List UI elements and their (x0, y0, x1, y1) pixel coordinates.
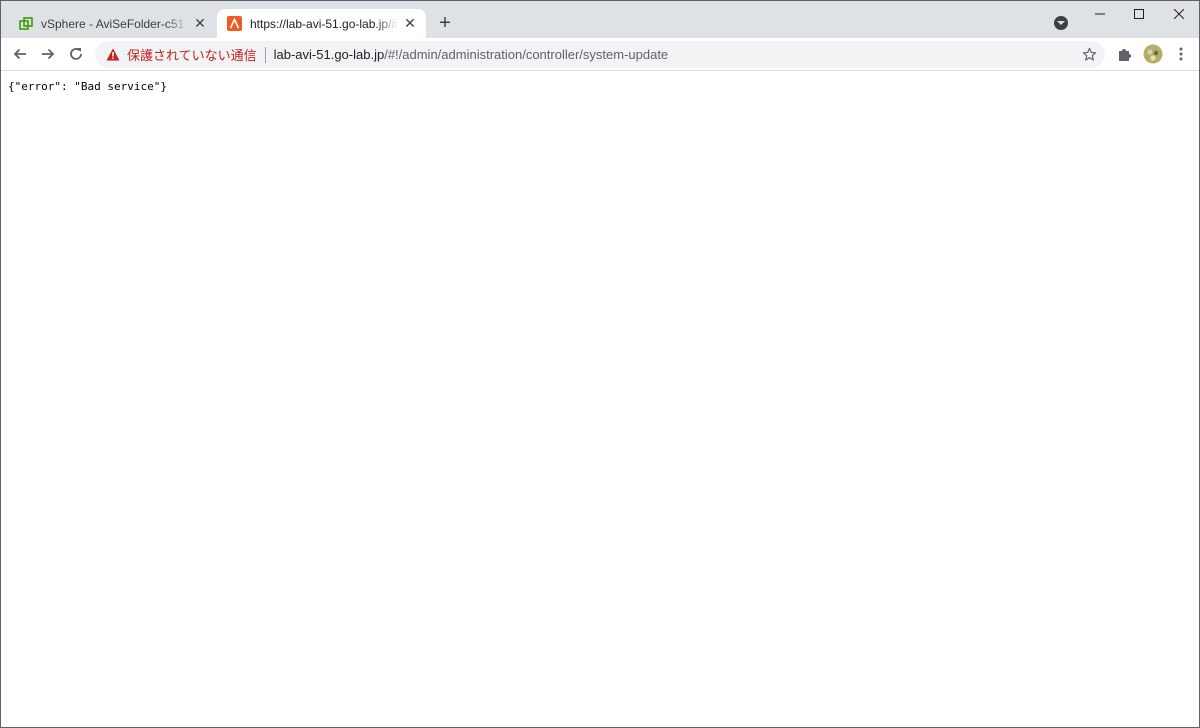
more-vertical-icon (1179, 47, 1183, 61)
warning-icon[interactable] (105, 47, 121, 63)
chrome-menu-button[interactable] (1169, 42, 1193, 66)
puzzle-piece-icon (1119, 49, 1131, 61)
json-error-text: {"error": "Bad service"} (8, 80, 167, 93)
close-icon (1174, 9, 1184, 19)
tab-close-icon[interactable]: ✕ (402, 15, 418, 32)
window-close-button[interactable] (1159, 3, 1199, 25)
tab-vsphere[interactable]: vSphere - AviSeFolder-c51 - タスク ✕ (9, 9, 216, 38)
forward-button[interactable] (36, 42, 60, 66)
tab-close-icon[interactable]: ✕ (192, 15, 208, 32)
url-host: lab-avi-51.go-lab.jp (273, 47, 385, 62)
profile-avatar-button[interactable] (1141, 42, 1165, 66)
browser-window: vSphere - AviSeFolder-c51 - タスク ✕ https:… (0, 0, 1200, 728)
tab-title: https://lab-avi-51.go-lab.jp/#!/admin (250, 16, 398, 31)
page-content: {"error": "Bad service"} (1, 71, 1199, 727)
maximize-icon (1134, 9, 1144, 19)
extensions-button[interactable] (1113, 42, 1137, 66)
omnibox-divider (264, 46, 266, 63)
avatar-icon (1143, 44, 1163, 64)
reload-icon (70, 48, 82, 60)
back-arrow-icon (13, 48, 26, 60)
avi-favicon-icon (227, 16, 242, 31)
new-tab-button[interactable]: + (435, 12, 455, 34)
tab-avi-controller[interactable]: https://lab-avi-51.go-lab.jp/#!/admin ✕ (217, 9, 426, 38)
maximize-button[interactable] (1119, 3, 1159, 25)
vsphere-favicon-icon (19, 16, 33, 31)
reload-button[interactable] (64, 42, 88, 66)
tab-strip: vSphere - AviSeFolder-c51 - タスク ✕ https:… (1, 1, 1199, 38)
tab-search-icon[interactable] (1054, 16, 1068, 30)
minimize-icon (1095, 13, 1105, 15)
url-path: /#!/admin/administration/controller/syst… (384, 47, 669, 62)
tab-title: vSphere - AviSeFolder-c51 - タスク (41, 17, 188, 31)
browser-toolbar: 保護されていない通信 lab-avi-51.go-lab.jp/#!/admin… (1, 38, 1199, 71)
bookmark-star-icon[interactable] (1081, 46, 1097, 62)
not-secure-label[interactable]: 保護されていない通信 (127, 45, 257, 64)
minimize-button[interactable] (1080, 3, 1120, 25)
url-text[interactable]: lab-avi-51.go-lab.jp/#!/admin/administra… (274, 47, 669, 62)
forward-arrow-icon (42, 48, 55, 60)
back-button[interactable] (8, 42, 32, 66)
address-bar[interactable]: 保護されていない通信 lab-avi-51.go-lab.jp/#!/admin… (95, 41, 1105, 68)
